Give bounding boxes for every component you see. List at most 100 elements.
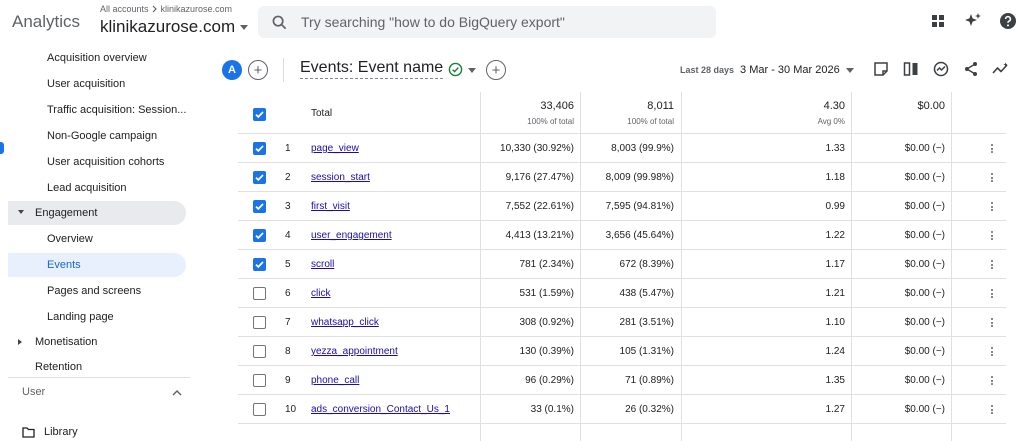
sidebar-item-overview[interactable]: Overview <box>8 227 186 251</box>
table-row[interactable]: 8 yezza_appointment 130 (0.39%) 105 (1.3… <box>238 337 1006 366</box>
event-name-link[interactable]: ads_conversion_Contact_Us_1 <box>311 404 450 415</box>
more-vert-icon[interactable] <box>991 144 994 155</box>
breadcrumb-all-accounts[interactable]: All accounts <box>100 4 149 14</box>
table-row[interactable]: 6 click 531 (1.59%) 438 (5.47%) 1.21 $0.… <box>238 279 1006 308</box>
table-row[interactable]: 3 first_visit 7,552 (22.61%) 7,595 (94.8… <box>238 192 1006 221</box>
events-per-user: 1.24 <box>825 346 845 357</box>
sidebar-section-user[interactable]: User <box>22 386 182 398</box>
help-icon[interactable] <box>998 11 1018 31</box>
sidebar-item-monetisation[interactable]: Monetisation <box>8 330 186 354</box>
sidebar-item-non-google-campaign[interactable]: Non-Google campaign <box>8 124 186 148</box>
date-range-picker[interactable]: Last 28 days 3 Mar - 30 Mar 2026 <box>680 64 854 76</box>
check-circle-icon[interactable] <box>448 62 463 77</box>
more-vert-icon[interactable] <box>991 173 994 184</box>
table-row[interactable]: 5 scroll 781 (2.34%) 672 (8.39%) 1.17 $0… <box>238 250 1006 279</box>
sidebar-item-user-acquisition-cohorts[interactable]: User acquisition cohorts <box>8 150 186 174</box>
add-comparison-button[interactable]: + <box>248 60 268 80</box>
sidebar-item-events[interactable]: Events <box>8 253 186 277</box>
row-checkbox[interactable] <box>253 258 266 271</box>
row-checkbox[interactable] <box>253 345 266 358</box>
table-row[interactable]: 7 whatsapp_click 308 (0.92%) 281 (3.51%)… <box>238 308 1006 337</box>
row-index: 4 <box>285 230 291 241</box>
row-checkbox[interactable] <box>253 171 266 184</box>
property-name[interactable]: klinikazurose.com <box>100 17 249 37</box>
edit-report-icon[interactable] <box>872 60 890 78</box>
select-all-checkbox[interactable] <box>253 108 266 121</box>
row-checkbox[interactable] <box>253 316 266 329</box>
checkmark-icon <box>255 174 264 182</box>
account-selector[interactable]: All accounts klinikazurose.com klinikazu… <box>100 4 249 37</box>
row-checkbox[interactable] <box>253 142 266 155</box>
sidebar-item-pages-and-screens[interactable]: Pages and screens <box>8 279 186 303</box>
events-per-user: 1.21 <box>825 288 845 299</box>
more-vert-icon[interactable] <box>991 405 994 416</box>
comparison-avatar[interactable]: A <box>222 60 242 80</box>
more-vert-icon[interactable] <box>991 260 994 271</box>
event-name-link[interactable]: whatsapp_click <box>311 317 379 328</box>
apps-grid-icon[interactable] <box>928 11 948 31</box>
trend-icon[interactable] <box>992 60 1010 78</box>
event-name-link[interactable]: first_visit <box>311 201 350 212</box>
report-title[interactable]: Events: Event name <box>300 59 444 79</box>
event-name-link[interactable]: scroll <box>311 259 334 270</box>
sidebar-item-engagement[interactable]: Engagement <box>8 201 186 225</box>
insights-icon[interactable] <box>932 60 950 78</box>
more-vert-icon[interactable] <box>991 289 994 300</box>
add-filter-button[interactable]: + <box>486 60 506 80</box>
table-row[interactable]: 1 page_view 10,330 (30.92%) 8,003 (99.9%… <box>238 134 1006 163</box>
sidebar-item-acquisition-overview[interactable]: Acquisition overview <box>8 46 186 70</box>
event-name-link[interactable]: phone_call <box>311 375 359 386</box>
event-name-link[interactable]: page_view <box>311 143 359 154</box>
more-vert-icon[interactable] <box>991 376 994 387</box>
total-users: 438 (5.47%) <box>619 288 674 299</box>
app-name[interactable]: Analytics <box>12 12 80 32</box>
share-icon[interactable] <box>962 60 980 78</box>
more-vert-icon[interactable] <box>991 318 994 329</box>
sidebar-item-library[interactable]: Library <box>22 426 78 438</box>
revenue: $0.00 (−) <box>904 375 945 386</box>
events-per-user: 0.99 <box>825 201 845 212</box>
sidebar-item-user-acquisition[interactable]: User acquisition <box>8 72 186 96</box>
event-name-link[interactable]: click <box>311 288 330 299</box>
sidebar-item-landing-page[interactable]: Landing page <box>8 305 186 329</box>
sidebar-edge-indicator <box>0 142 4 154</box>
compare-columns-icon[interactable] <box>902 60 920 78</box>
event-name-link[interactable]: user_engagement <box>311 230 392 241</box>
event-name-link[interactable]: session_start <box>311 172 370 183</box>
top-bar: Analytics All accounts klinikazurose.com… <box>0 0 1024 46</box>
sidebar-item-lead-acquisition[interactable]: Lead acquisition <box>8 176 186 200</box>
event-name-link[interactable]: yezza_appointment <box>311 346 398 357</box>
search-bar[interactable] <box>258 6 716 38</box>
revenue: $0.00 (−) <box>904 317 945 328</box>
event-count: 308 (0.92%) <box>519 317 574 328</box>
events-per-user: 1.17 <box>825 259 845 270</box>
row-checkbox[interactable] <box>253 374 266 387</box>
event-count: 4,413 (13.21%) <box>505 230 574 241</box>
account-breadcrumb[interactable]: All accounts klinikazurose.com <box>100 4 248 14</box>
sidebar-item-label: Library <box>44 426 78 438</box>
row-checkbox[interactable] <box>253 229 266 242</box>
sidebar-item-label: Lead acquisition <box>47 182 127 194</box>
row-checkbox[interactable] <box>253 200 266 213</box>
plus-icon: + <box>253 61 263 79</box>
event-count: 7,552 (22.61%) <box>505 201 574 212</box>
more-vert-icon[interactable] <box>991 202 994 213</box>
table-row[interactable]: 2 session_start 9,176 (27.47%) 8,009 (99… <box>238 163 1006 192</box>
date-range-value: 3 Mar - 30 Mar 2026 <box>740 64 840 76</box>
row-checkbox[interactable] <box>253 287 266 300</box>
table-row[interactable]: 10 ads_conversion_Contact_Us_1 33 (0.1%)… <box>238 395 1006 424</box>
breadcrumb-account[interactable]: klinikazurose.com <box>161 4 233 14</box>
sidebar-item-label: Events <box>47 259 81 271</box>
more-vert-icon[interactable] <box>991 231 994 242</box>
sparkle-insights-icon[interactable] <box>963 11 983 31</box>
more-vert-icon[interactable] <box>991 347 994 358</box>
row-checkbox[interactable] <box>253 403 266 416</box>
search-input[interactable] <box>301 14 691 30</box>
sidebar-item-traffic-acquisition[interactable]: Traffic acquisition: Session... <box>8 98 186 122</box>
checkmark-icon <box>255 261 264 269</box>
events-table: Total 33,406 100% of total 8,011 100% of… <box>238 92 1024 441</box>
table-row[interactable]: 9 phone_call 96 (0.29%) 71 (0.89%) 1.35 … <box>238 366 1006 395</box>
table-row[interactable]: 4 user_engagement 4,413 (13.21%) 3,656 (… <box>238 221 1006 250</box>
sidebar-item-retention[interactable]: Retention <box>8 355 186 379</box>
caret-down-icon[interactable] <box>468 68 476 73</box>
